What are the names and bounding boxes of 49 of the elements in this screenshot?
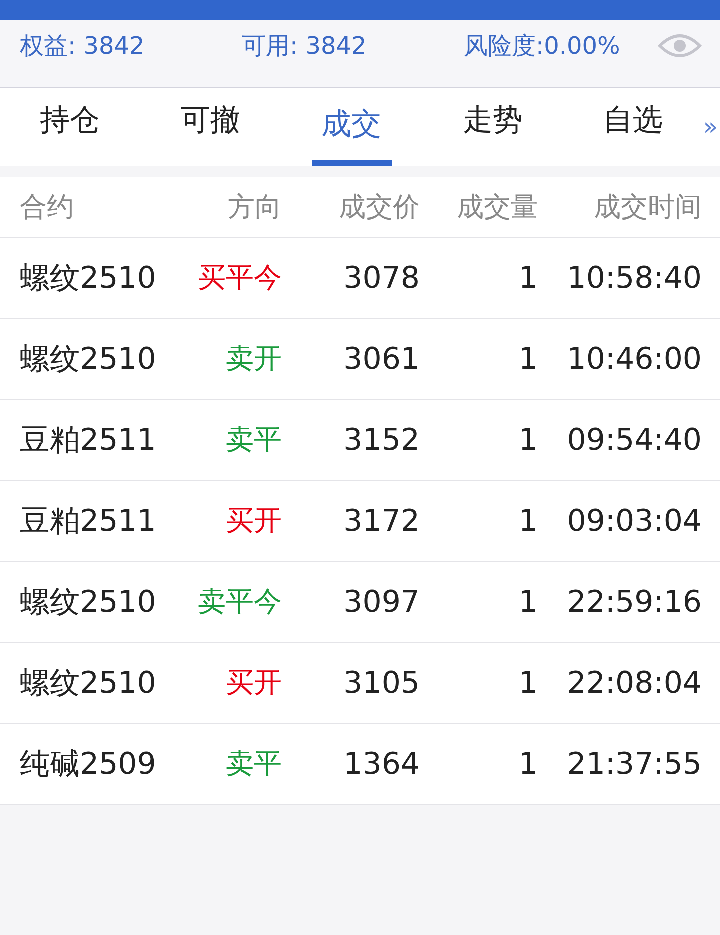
risk-text: 风险度:0.00% [464,30,620,62]
more-tabs-button[interactable]: » [703,88,718,166]
table-cell-text: 螺纹2510 [20,584,158,622]
table-cell-text: 纯碱2509 [20,746,158,784]
table-cell-text: 1 [518,746,538,782]
table-cell-text: 22:08:04 [566,666,702,700]
tab[interactable]: 成交 [312,88,392,166]
table-cell-text: 3097 [342,584,420,620]
table-cell-text: 10:46:00 [566,342,702,376]
table-cell-text: 3078 [342,260,420,296]
direction-text: 卖平 [225,422,282,458]
tab[interactable]: 自选 [562,88,704,166]
column-header: 成交时间 [593,191,702,225]
table-cell-text: 豆粕2511 [20,502,158,540]
column-header: 方向 [227,191,282,225]
table-cell-text: 1 [518,666,538,700]
table-cell-text: 3152 [342,422,420,458]
column-header: 合约 [20,191,75,225]
table-cell-text: 螺纹2510 [20,664,158,702]
direction-text: 卖平今 [197,584,282,620]
table-cell-text: 21:37:55 [566,746,702,782]
direction-text: 卖平 [225,746,282,782]
table-cell-text: 22:59:16 [566,584,702,620]
table-cell-text: 09:54:40 [566,422,702,458]
table-cell-text: 09:03:04 [566,504,702,538]
table-cell-text: 3061 [342,342,420,376]
column-header: 成交量 [456,191,538,225]
table-cell-text: 3105 [342,666,420,700]
table-cell-text: 1364 [342,746,420,782]
table-cell-text: 螺纹2510 [20,260,158,298]
table-cell-text: 1 [518,584,538,620]
table-cell-text: 豆粕2511 [20,422,158,460]
equity-text: 权益: 3842 [20,30,146,62]
available-text: 可用: 3842 [242,30,368,62]
direction-text: 买开 [225,665,282,701]
column-header: 成交价 [338,191,420,225]
table-cell-text: 1 [518,260,538,296]
tab[interactable]: 走势 [422,88,563,166]
table-cell-text: 螺纹2510 [20,340,158,378]
tab[interactable]: 可撤 [140,88,281,166]
table-cell-text: 10:58:40 [566,260,702,296]
direction-text: 买平今 [197,260,282,296]
direction-text: 买开 [225,503,282,539]
table-cell-text: 1 [518,342,538,376]
direction-text: 卖开 [225,341,282,377]
table-cell-text: 1 [518,504,538,538]
table-cell-text: 1 [518,422,538,458]
table-cell-text: 3172 [342,504,420,538]
tab[interactable]: 持仓 [0,88,140,166]
